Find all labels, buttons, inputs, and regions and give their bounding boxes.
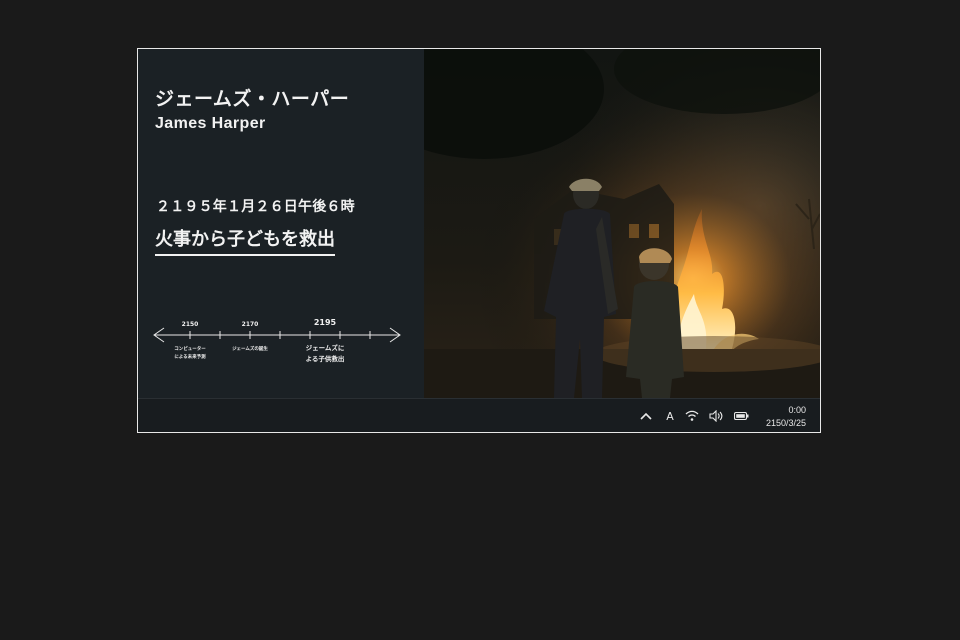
volume-icon[interactable] <box>708 408 724 424</box>
fire-rescue-illustration <box>424 49 820 398</box>
info-panel: ジェームズ・ハーパー James Harper ２１９５年１月２６日午後６時 火… <box>138 49 424 398</box>
timeline-caption-2170: ジェームズの誕生 <box>232 345 268 352</box>
event-title: 火事から子どもを救出 <box>155 225 335 256</box>
battery-icon[interactable] <box>733 408 749 424</box>
timeline-year-2170: 2170 <box>242 321 259 328</box>
wifi-icon[interactable] <box>684 408 700 424</box>
timeline-caption-2150-line2: による未来予測 <box>174 353 206 360</box>
ime-icon[interactable]: A <box>662 408 678 424</box>
timeline: 2150 2170 2195 コンピューター による未来予測 ジェームズの誕生 … <box>153 318 401 363</box>
clock-time: 0:00 <box>788 405 806 415</box>
chevron-up-icon[interactable] <box>638 408 654 424</box>
timeline-caption-2195-line2: よる子供救出 <box>306 354 345 363</box>
timeline-caption-2150-line1: コンピューター <box>174 345 206 352</box>
taskbar: A 0:00 2150/3/25 <box>138 398 820 432</box>
timeline-year-2150: 2150 <box>182 321 199 328</box>
clock-date: 2150/3/25 <box>765 418 806 428</box>
clock[interactable]: 0:00 2150/3/25 <box>766 404 806 430</box>
person-name-english: James Harper <box>155 115 266 132</box>
person-name-japanese: ジェームズ・ハーパー <box>155 88 350 110</box>
event-datetime: ２１９５年１月２６日午後６時 <box>156 199 355 215</box>
desktop-screen: ジェームズ・ハーパー James Harper ２１９５年１月２６日午後６時 火… <box>137 48 821 433</box>
timeline-caption-2195-line1: ジェームズに <box>306 343 345 352</box>
timeline-year-2195: 2195 <box>314 318 337 327</box>
illustration-panel <box>424 49 820 398</box>
